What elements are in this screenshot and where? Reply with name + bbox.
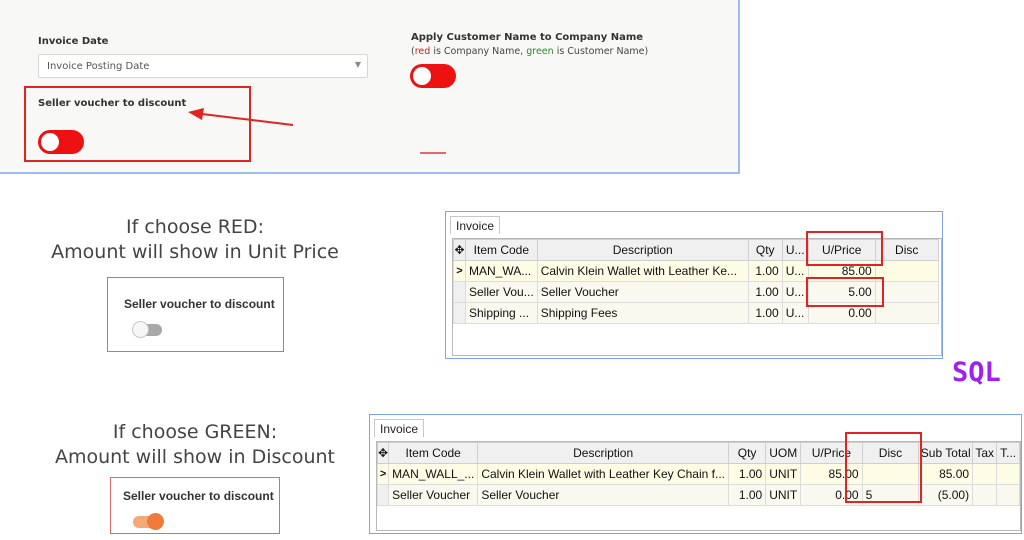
- red-caption-line2: Amount will show in Unit Price: [51, 241, 339, 263]
- highlight-box: [806, 277, 884, 307]
- cell[interactable]: 1.00: [747, 260, 783, 282]
- column-header[interactable]: Qty: [727, 442, 767, 464]
- cell[interactable]: MAN_WA...: [465, 260, 538, 282]
- cell[interactable]: [874, 281, 939, 303]
- grid-corner-icon[interactable]: ✥: [376, 442, 390, 464]
- cell[interactable]: U...: [781, 260, 809, 282]
- green-caption-line2: Amount will show in Discount: [54, 446, 336, 468]
- table-row[interactable]: Seller Voucher Seller Voucher 1.00 UNIT …: [376, 484, 1020, 506]
- cell[interactable]: Seller Voucher: [477, 484, 729, 506]
- column-header[interactable]: U...: [781, 239, 809, 261]
- red-toggle-label: Seller voucher to discount: [124, 297, 275, 311]
- invoice-window-green: Invoice ✥ Item Code Description Qty UOM …: [369, 414, 1022, 534]
- red-caption-line1: If choose RED:: [126, 216, 264, 238]
- cell[interactable]: 1.00: [747, 302, 783, 324]
- green-caption: If choose GREEN: Amount will show in Dis…: [20, 420, 370, 470]
- cell[interactable]: Shipping ...: [465, 302, 538, 324]
- column-header[interactable]: Item Code: [465, 239, 538, 261]
- cell[interactable]: U...: [781, 281, 809, 303]
- cell[interactable]: UNIT: [765, 463, 802, 485]
- cell[interactable]: Seller Vou...: [465, 281, 538, 303]
- cell[interactable]: [972, 463, 998, 485]
- cell[interactable]: 1.00: [727, 463, 767, 485]
- cell[interactable]: Calvin Klein Wallet with Leather Ke...: [536, 260, 749, 282]
- green-caption-line1: If choose GREEN:: [112, 421, 278, 443]
- column-header[interactable]: Description: [477, 442, 729, 464]
- row-indicator-icon: >: [453, 260, 466, 282]
- column-header[interactable]: UOM: [765, 442, 802, 464]
- green-toggle-panel: Seller voucher to discount: [110, 477, 280, 534]
- toggle-knob: [147, 513, 164, 530]
- cell[interactable]: 1.00: [747, 281, 783, 303]
- cell[interactable]: 85.00: [918, 463, 974, 485]
- green-toggle-label: Seller voucher to discount: [123, 489, 274, 503]
- grid-corner-icon[interactable]: ✥: [453, 239, 466, 261]
- cell[interactable]: Shipping Fees: [536, 302, 749, 324]
- red-caption: If choose RED: Amount will show in Unit …: [20, 215, 370, 265]
- cell[interactable]: Seller Voucher: [388, 484, 479, 506]
- seller-voucher-toggle-on[interactable]: [133, 513, 164, 530]
- column-header[interactable]: Sub Total: [918, 442, 974, 464]
- cell[interactable]: [996, 484, 1020, 506]
- cell[interactable]: 1.00: [727, 484, 767, 506]
- table-row[interactable]: > MAN_WALL_... Calvin Klein Wallet with …: [376, 463, 1020, 485]
- row-indicator: [453, 302, 466, 324]
- invoice-grid-green: ✥ Item Code Description Qty UOM U/Price …: [376, 441, 1021, 531]
- invoice-table-green: ✥ Item Code Description Qty UOM U/Price …: [376, 442, 1020, 506]
- seller-voucher-toggle-off[interactable]: [132, 321, 162, 338]
- highlight-box: [845, 432, 922, 503]
- cell[interactable]: [874, 302, 939, 324]
- red-toggle-panel: Seller voucher to discount: [107, 277, 284, 352]
- cell[interactable]: UNIT: [765, 484, 802, 506]
- cell[interactable]: [972, 484, 998, 506]
- column-header[interactable]: Disc: [874, 239, 939, 261]
- tutorial-canvas: Invoice Date Invoice Posting Date ▼ Appl…: [0, 0, 1024, 540]
- row-indicator: [453, 281, 466, 303]
- highlight-box: [806, 231, 883, 266]
- row-indicator-icon: >: [376, 463, 390, 485]
- toggle-knob: [132, 321, 149, 338]
- cell[interactable]: U...: [781, 302, 809, 324]
- column-header[interactable]: Item Code: [388, 442, 479, 464]
- sql-logo: SQL: [952, 357, 1001, 388]
- column-header[interactable]: Qty: [747, 239, 783, 261]
- cell[interactable]: [874, 260, 939, 282]
- row-indicator: [376, 484, 390, 506]
- tab-invoice[interactable]: Invoice: [450, 216, 501, 234]
- cell[interactable]: (5.00): [918, 484, 974, 506]
- cell[interactable]: Seller Voucher: [536, 281, 749, 303]
- column-header[interactable]: T...: [996, 442, 1020, 464]
- column-header[interactable]: Description: [536, 239, 749, 261]
- cell[interactable]: MAN_WALL_...: [388, 463, 479, 485]
- tab-invoice[interactable]: Invoice: [374, 419, 425, 437]
- column-header[interactable]: Tax: [972, 442, 998, 464]
- cell[interactable]: Calvin Klein Wallet with Leather Key Cha…: [477, 463, 729, 485]
- cell[interactable]: [996, 463, 1020, 485]
